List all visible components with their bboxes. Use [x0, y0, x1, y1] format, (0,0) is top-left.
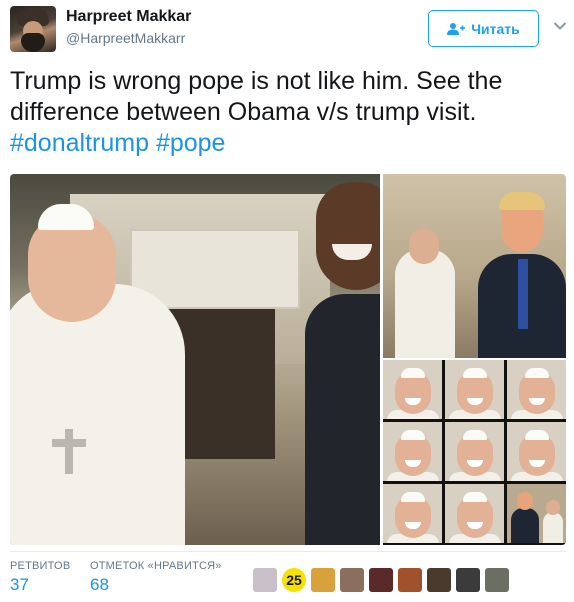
collage-cell — [445, 484, 504, 543]
collage-cell — [507, 422, 566, 481]
photo-obama-suit — [305, 294, 380, 545]
retweets-stat[interactable]: РЕТВИТОВ 37 — [10, 560, 70, 595]
liker-avatar[interactable] — [456, 568, 480, 592]
liker-avatar[interactable] — [253, 568, 277, 592]
tweet-header: Harpreet Makkar @HarpreetMakkarr Читать — [0, 0, 574, 60]
chevron-down-icon[interactable] — [553, 19, 567, 33]
tweet-media[interactable] — [10, 174, 566, 545]
collage-cell — [383, 422, 442, 481]
tweet-text: Trump is wrong pope is not like him. See… — [10, 66, 566, 159]
photo-pope-head — [28, 214, 116, 322]
collage-cell — [507, 360, 566, 419]
liker-avatar-badge[interactable]: 25 — [282, 568, 306, 592]
photo-visit-pope-head — [409, 228, 439, 264]
photo-pope-collage[interactable] — [383, 360, 566, 545]
liker-avatar[interactable] — [485, 568, 509, 592]
collage-cell — [383, 360, 442, 419]
retweets-count: 37 — [10, 575, 29, 594]
hashtag-pope[interactable]: #pope — [156, 129, 226, 157]
photo-pectoral-cross-bar — [52, 439, 86, 447]
add-user-icon — [447, 22, 466, 35]
collage-cell — [383, 484, 442, 543]
photo-visit-trump-hair — [499, 192, 545, 210]
retweets-label: РЕТВИТОВ — [10, 560, 71, 572]
liker-avatars: 25 — [253, 568, 509, 592]
author-screen-name[interactable]: @HarpreetMakkarr — [66, 30, 185, 46]
photo-visit-pope — [395, 249, 455, 358]
collage-cell — [445, 360, 504, 419]
likes-label: ОТМЕТОК «НРАВИТСЯ» — [90, 560, 222, 572]
likes-count: 68 — [90, 575, 109, 594]
photo-obama-head — [316, 182, 380, 290]
avatar-beard — [21, 33, 45, 52]
liker-avatar[interactable] — [398, 568, 422, 592]
liker-avatar[interactable] — [369, 568, 393, 592]
photo-pectoral-cross — [65, 429, 73, 474]
likes-stat[interactable]: ОТМЕТОК «НРАВИТСЯ» 68 — [90, 560, 222, 595]
liker-badge-text: 25 — [286, 572, 302, 588]
photo-pope-obama[interactable] — [10, 174, 380, 545]
liker-avatar[interactable] — [427, 568, 451, 592]
hashtag-donaltrump[interactable]: #donaltrump — [10, 129, 149, 157]
photo-visit-trump-tie — [518, 259, 528, 329]
stats-divider — [10, 551, 566, 552]
photo-pope-robe — [10, 284, 185, 545]
liker-avatar[interactable] — [340, 568, 364, 592]
liker-avatar[interactable] — [311, 568, 335, 592]
tweet-body: Trump is wrong pope is not like him. See… — [10, 67, 503, 126]
author-display-name[interactable]: Harpreet Makkar — [66, 8, 191, 26]
avatar[interactable] — [10, 6, 56, 52]
collage-cell — [445, 422, 504, 481]
follow-button-label: Читать — [471, 20, 520, 37]
photo-pope-trump[interactable] — [383, 174, 566, 358]
follow-button[interactable]: Читать — [428, 10, 539, 47]
collage-cell-trump — [507, 484, 566, 543]
